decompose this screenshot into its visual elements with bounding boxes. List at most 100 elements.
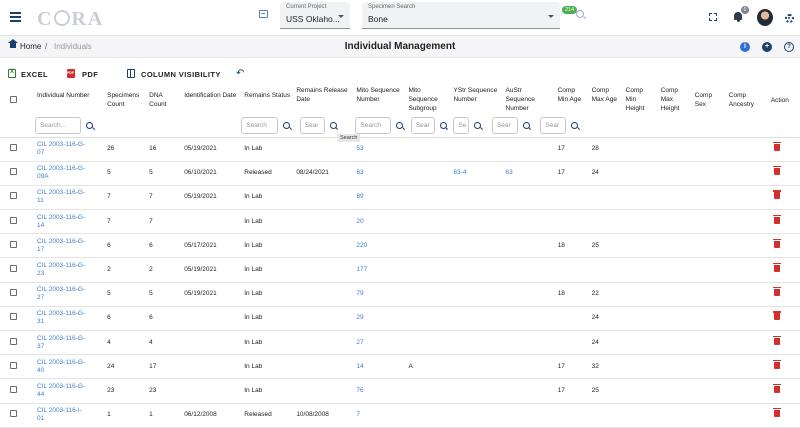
col-remains-release-date[interactable]: Remains Release Date: [293, 86, 353, 114]
col-individual-number[interactable]: Individual Number: [34, 86, 104, 114]
mito-sequence-link[interactable]: 79: [356, 290, 363, 297]
search-icon[interactable]: [86, 121, 94, 129]
individual-number-link-line2[interactable]: 09A: [37, 173, 49, 180]
individual-number-link-line2[interactable]: 37: [37, 343, 44, 350]
select-all-checkbox[interactable]: [10, 96, 17, 103]
mito-sequence-link[interactable]: 63: [356, 169, 363, 176]
individual-number-link-line2[interactable]: 11: [37, 197, 44, 204]
individual-number-link-line1[interactable]: CIL 2003-116-G-: [37, 189, 85, 196]
row-checkbox[interactable]: [10, 240, 17, 248]
current-project-select[interactable]: Current Project USS Oklaho...: [280, 2, 350, 29]
mito-sequence-link[interactable]: 177: [356, 266, 367, 273]
delete-icon[interactable]: [772, 238, 781, 248]
table-row[interactable]: CIL 2003-116-G- 11 7 7 05/19/2021 In Lab 89: [0, 185, 800, 211]
col-mito-sequence-subgroup[interactable]: Mito Sequence Subgroup: [405, 86, 450, 114]
table-row[interactable]: CIL 2003-116-I- 01 1 1 06/12/2008 Released 10/…: [0, 403, 800, 428]
remains-status-filter-input[interactable]: Sear: [299, 116, 325, 134]
search-icon[interactable]: [396, 121, 404, 129]
table-row[interactable]: CIL 2003-116-G- 37 4 4 In Lab 27 24: [0, 330, 800, 356]
row-checkbox[interactable]: [10, 385, 17, 393]
row-checkbox[interactable]: [10, 289, 17, 297]
delete-icon[interactable]: [772, 263, 781, 273]
delete-icon[interactable]: [772, 408, 781, 418]
col-specimens-count[interactable]: Specimens Count: [104, 86, 146, 114]
delete-icon[interactable]: [772, 335, 781, 345]
mito-sequence-link[interactable]: 220: [356, 242, 367, 249]
col-austr-sequence-number[interactable]: AuStr Sequence Number: [503, 86, 555, 114]
excel-icon[interactable]: [8, 69, 16, 78]
individual-number-link-line2[interactable]: 27: [37, 294, 44, 301]
individual-number-link-line2[interactable]: 31: [37, 318, 44, 325]
column-visibility-button[interactable]: COLUMN VISIBILITY: [141, 70, 221, 79]
mito-sequence-link[interactable]: 20: [356, 218, 363, 225]
identification-date-filter-input[interactable]: Search: [241, 116, 279, 134]
reset-icon[interactable]: ↶: [236, 69, 244, 79]
individual-number-cell[interactable]: CIL 2003-116-G- 07: [34, 137, 105, 162]
table-row[interactable]: CIL 2003-116-G- 44 23 23 In Lab 76 17 25: [0, 378, 800, 404]
delete-icon[interactable]: [772, 166, 781, 176]
col-comp-sex[interactable]: Comp Sex: [692, 86, 726, 114]
delete-icon[interactable]: [772, 287, 781, 297]
individual-number-link-line1[interactable]: CIL 2003-116-G-: [37, 359, 85, 366]
individual-number-cell[interactable]: CIL 2003-116-G- 09A: [34, 161, 105, 186]
col-ystr-sequence-number[interactable]: YStr Sequence Number: [450, 86, 502, 114]
search-icon[interactable]: [576, 10, 584, 18]
table-row[interactable]: CIL 2003-116-G- 14 7 7 In Lab 20: [0, 209, 800, 235]
export-excel-button[interactable]: EXCEL: [21, 70, 48, 79]
search-icon[interactable]: [283, 121, 291, 129]
app-logo[interactable]: C RA: [37, 8, 104, 31]
col-comp-max-height[interactable]: Comp Max Height: [658, 86, 692, 114]
add-individual-icon[interactable]: +: [762, 42, 772, 52]
delete-icon[interactable]: [772, 214, 781, 224]
row-checkbox[interactable]: [10, 216, 17, 224]
col-comp-min-age[interactable]: Comp Min Age: [555, 86, 589, 114]
individual-number-link-line1[interactable]: CIL 2003-116-G-: [37, 238, 85, 245]
search-icon[interactable]: [571, 121, 579, 129]
individual-number-link-line2[interactable]: 23: [37, 270, 44, 277]
col-dna-count[interactable]: DNA Count: [146, 86, 181, 114]
individual-number-cell[interactable]: CIL 2003-116-G- 14: [34, 209, 105, 235]
info-icon[interactable]: i: [740, 42, 750, 52]
delete-icon[interactable]: [772, 359, 781, 369]
row-checkbox[interactable]: [10, 265, 17, 273]
mito-sequence-link[interactable]: 14: [356, 363, 363, 370]
individual-number-cell[interactable]: CIL 2003-116-I- 01: [34, 403, 105, 428]
individual-number-link-line1[interactable]: CIL 2003-116-G-: [37, 383, 85, 390]
specimen-search-select[interactable]: Specimen Search Bone: [362, 2, 560, 29]
col-comp-min-height[interactable]: Comp Min Height: [623, 86, 658, 114]
table-row[interactable]: CIL 2003-116-G- 31 6 6 In Lab 29 24: [0, 306, 800, 332]
individual-number-link-line2[interactable]: 44: [37, 391, 44, 398]
individual-number-cell[interactable]: CIL 2003-116-G- 23: [34, 257, 105, 283]
table-row[interactable]: CIL 2003-116-G- 17 6 6 05/17/2021 In Lab 220 18…: [0, 233, 800, 259]
search-icon[interactable]: [474, 121, 482, 129]
user-avatar[interactable]: [757, 9, 773, 26]
mito-sequence-link[interactable]: 89: [356, 193, 363, 200]
pdf-icon[interactable]: [67, 69, 75, 78]
table-row[interactable]: CIL 2003-116-G- 09A 5 5 06/10/2021 Released 08…: [0, 161, 800, 186]
search-icon[interactable]: [329, 121, 337, 129]
col-identification-date[interactable]: Identification Date: [181, 86, 241, 114]
individual-number-link-line1[interactable]: CIL 2003-116-G-: [37, 335, 85, 342]
col-remains-status[interactable]: Remains Status: [241, 86, 293, 114]
table-row[interactable]: CIL 2003-116-G- 27 5 5 05/19/2021 In Lab 79 18 2…: [0, 282, 800, 307]
menu-icon[interactable]: [10, 12, 21, 22]
delete-icon[interactable]: [772, 190, 781, 200]
individual-number-cell[interactable]: CIL 2003-116-G- 37: [34, 330, 105, 356]
individual-number-cell[interactable]: CIL 2003-116-G- 17: [34, 233, 105, 259]
individual-number-cell[interactable]: CIL 2003-116-G- 31: [34, 306, 105, 332]
mito-sequence-subgroup-filter-input[interactable]: Se: [453, 116, 470, 134]
gear-icon[interactable]: [785, 14, 794, 23]
fullscreen-icon[interactable]: [709, 13, 717, 21]
row-checkbox[interactable]: [10, 313, 17, 321]
delete-icon[interactable]: [772, 311, 781, 321]
individual-number-link-line2[interactable]: 40: [37, 367, 44, 374]
table-row[interactable]: CIL 2003-116-G- 40 24 17 In Lab 14 A 17 32: [0, 354, 800, 380]
individual-number-link-line2[interactable]: 17: [37, 246, 44, 253]
delete-icon[interactable]: [772, 142, 781, 152]
individual-number-link-line2[interactable]: 07: [37, 149, 44, 156]
mito-sequence-number-filter-input[interactable]: Sear: [410, 116, 435, 134]
row-checkbox[interactable]: [10, 361, 17, 369]
austr-sequence-number-filter-input[interactable]: Sear: [540, 116, 567, 134]
individual-number-link-line1[interactable]: CIL 2003-116-G-: [37, 165, 85, 172]
individual-number-cell[interactable]: CIL 2003-116-G- 44: [34, 378, 105, 404]
